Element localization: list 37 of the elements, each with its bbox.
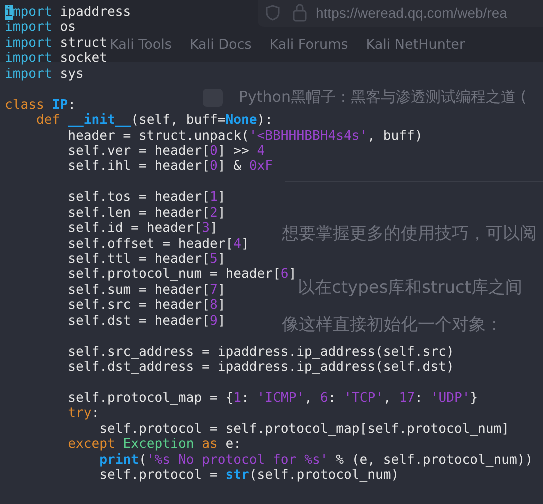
book-title: Python黑帽子：黑客与渗透测试编程之道 ( <box>239 88 527 107</box>
code-line: self.protocol_num = header[6] <box>67 267 297 283</box>
bookmark-link[interactable]: Kali Forums <box>270 37 348 53</box>
code-line: except Exception as e: <box>67 437 242 453</box>
paragraph-text: 像这样直接初始化一个对象： <box>282 314 503 336</box>
code-line: self.id = header[3] <box>67 221 218 237</box>
shield-icon <box>266 5 280 21</box>
paragraph-text: 想要掌握更多的使用技巧，可以阅 <box>282 223 537 245</box>
bookmark-link[interactable]: Kali Docs <box>190 37 252 53</box>
code-line: self.sum = header[7] <box>67 282 226 298</box>
code-line: import struct <box>5 36 108 52</box>
code-line: class IP: <box>5 98 76 113</box>
code-line: import sys <box>5 66 84 82</box>
code-line: self.tos = header[1] <box>67 190 226 206</box>
code-line: import socket <box>5 51 108 67</box>
lock-icon <box>293 4 307 22</box>
code-line: self.src_address = ipaddress.ip_address(self.src) <box>67 344 454 360</box>
code-line: self.protocol_map = {1: 'ICMP', 6: 'TCP', 17: 'UDP'} <box>67 390 478 406</box>
code-line: import ipaddress <box>5 5 132 20</box>
code-line: self.protocol = self.protocol_map[self.protocol_num] <box>98 422 510 438</box>
code-line: self.src = header[8] <box>67 298 226 314</box>
bookmark-link[interactable]: Kali Tools <box>110 37 172 53</box>
code-line: header = struct.unpack('<BBHHHBBH4s4s', buff) <box>67 128 423 144</box>
code-line: try: <box>67 406 100 422</box>
code-line: print('%s No protocol for %s' % (e, self.protocol_num)) <box>98 452 534 468</box>
code-line: self.dst = header[9] <box>67 314 226 330</box>
code-line: def __init__(self, buff=None): <box>36 113 274 128</box>
code-line: self.offset = header[4] <box>67 236 250 252</box>
code-line: self.ttl = header[5] <box>67 252 226 268</box>
code-line: import os <box>5 20 76 36</box>
code-line: self.dst_address = ipaddress.ip_address(self.dst) <box>67 360 454 376</box>
code-line: self.protocol = str(self.protocol_num) <box>98 468 400 484</box>
bookmark-link[interactable]: Kali NetHunter <box>366 37 466 53</box>
code-line: self.ver = header[0] >> 4 <box>67 144 266 160</box>
code-line: self.len = header[2] <box>67 206 226 222</box>
paragraph-text: 以在ctypes库和struct库之间 <box>298 277 522 299</box>
code-line: self.ihl = header[0] & 0xF <box>67 159 274 175</box>
